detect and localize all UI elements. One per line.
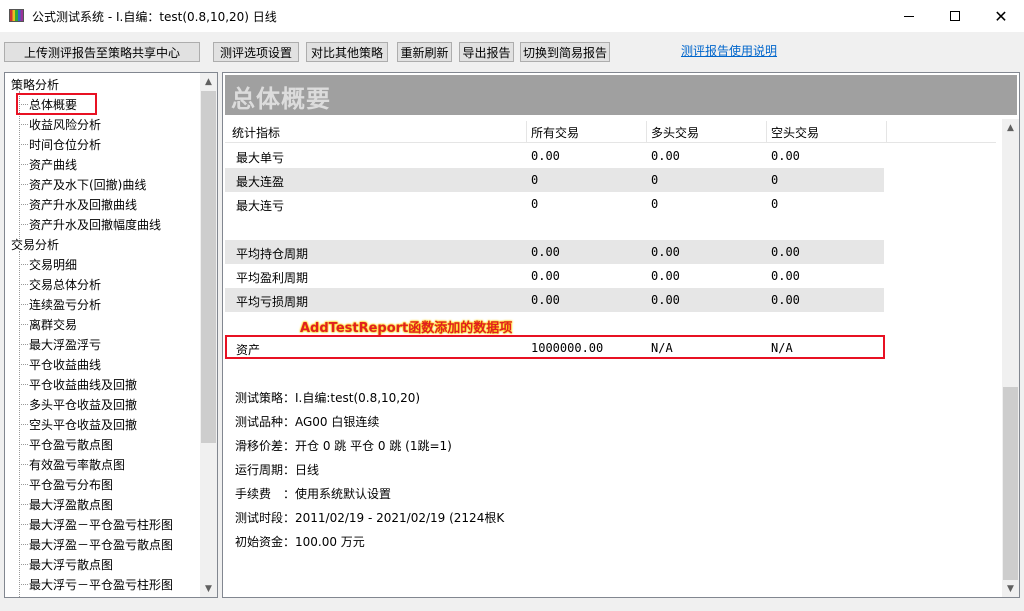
simple-report-button[interactable]: 切换到简易报告 xyxy=(520,42,610,62)
tree-item[interactable]: 最大浮盈浮亏 xyxy=(29,336,101,354)
report-scrollbar[interactable]: ▲ ▼ xyxy=(1002,119,1019,597)
tree-item[interactable]: 最大浮盈散点图 xyxy=(29,496,113,514)
scroll-down-icon[interactable]: ▼ xyxy=(1002,580,1019,597)
sidebar-scroll-thumb[interactable] xyxy=(201,91,216,443)
column-header[interactable]: 所有交易 xyxy=(531,124,579,141)
tree-item[interactable]: 有效盈亏率散点图 xyxy=(29,456,125,474)
tree-item[interactable]: 最大浮亏－平仓盈亏柱形图 xyxy=(29,576,173,594)
tree-item[interactable]: 最大浮盈－平仓盈亏散点图 xyxy=(29,536,173,554)
minimize-button[interactable] xyxy=(886,0,932,32)
tree-group-strategy[interactable]: 策略分析 xyxy=(11,76,59,94)
info-timespan: 测试时段：2011/02/19 - 2021/02/19 (2124根K xyxy=(235,511,505,525)
table-header: 统计指标 所有交易 多头交易 空头交易 xyxy=(225,121,996,143)
tree-item[interactable]: 资产升水及回撤幅度曲线 xyxy=(29,216,161,234)
row-label: 平均持仓周期 xyxy=(236,247,309,261)
tree-item[interactable]: 资产升水及回撤曲线 xyxy=(29,196,137,214)
tree-item[interactable]: 连续盈亏分析 xyxy=(29,296,101,314)
tree-group-trade[interactable]: 交易分析 xyxy=(11,236,59,254)
tree-item[interactable]: 最大浮盈－平仓盈亏柱形图 xyxy=(29,516,173,534)
info-fee: 手续费 ：使用系统默认设置 xyxy=(235,487,392,501)
close-icon: ✕ xyxy=(994,6,1008,26)
row-label: 最大连亏 xyxy=(236,199,285,213)
cell-all: 0.00 xyxy=(531,293,560,307)
info-period: 运行周期：日线 xyxy=(235,463,320,477)
table-row: 最大连亏 0 0 0 xyxy=(225,192,884,216)
table-row xyxy=(225,216,884,240)
cell-short: 0.00 xyxy=(771,149,800,163)
tree-item[interactable]: 交易明细 xyxy=(29,256,77,274)
minimize-icon xyxy=(904,15,914,17)
info-strategy: 测试策略：I.自编:test(0.8,10,20) xyxy=(235,391,421,405)
window-title: 公式测试系统 - I.自编：test(0.8,10,20) 日线 xyxy=(32,10,277,24)
test-options-button[interactable]: 测评选项设置 xyxy=(213,42,299,62)
tree-item[interactable]: 平仓盈亏散点图 xyxy=(29,436,113,454)
tree-item[interactable]: 多头平仓收益及回撤 xyxy=(29,396,137,414)
annotation-label: AddTestReport函数添加的数据项 xyxy=(300,321,513,336)
app-icon xyxy=(9,9,24,22)
table-row: 平均亏损周期 0.00 0.00 0.00 xyxy=(225,288,884,312)
tree-item[interactable]: 离群交易 xyxy=(29,316,77,334)
maximize-button[interactable] xyxy=(932,0,978,32)
export-report-button[interactable]: 导出报告 xyxy=(459,42,514,62)
cell-long: 0.00 xyxy=(651,245,680,259)
refresh-button[interactable]: 重新刷新 xyxy=(397,42,452,62)
table-row: 最大单亏 0.00 0.00 0.00 xyxy=(225,144,884,168)
table-row: 平均盈利周期 0.00 0.00 0.00 xyxy=(225,264,884,288)
page-title: 总体概要 xyxy=(231,84,331,113)
selection-highlight xyxy=(16,93,97,115)
report-scroll-thumb[interactable] xyxy=(1003,387,1018,580)
tree-item[interactable]: 平仓盈亏分布图 xyxy=(29,476,113,494)
cell-short: 0 xyxy=(771,197,779,211)
cell-long: 0.00 xyxy=(651,293,680,307)
tree-item[interactable]: 交易总体分析 xyxy=(29,276,101,294)
row-label: 平均亏损周期 xyxy=(236,295,309,309)
cell-long: 0 xyxy=(651,197,659,211)
sidebar-scrollbar[interactable]: ▲ ▼ xyxy=(200,73,217,597)
cell-long: 0.00 xyxy=(651,269,680,283)
tree-item[interactable]: 最大浮亏散点图 xyxy=(29,556,113,574)
cell-short: 0.00 xyxy=(771,245,800,259)
cell-long: 0 xyxy=(651,173,659,187)
scroll-down-icon[interactable]: ▼ xyxy=(200,580,217,597)
close-button[interactable]: ✕ xyxy=(978,0,1024,32)
cell-all: 0 xyxy=(531,173,539,187)
cell-all: 0 xyxy=(531,197,539,211)
cell-all: 0.00 xyxy=(531,149,560,163)
title-bar: 公式测试系统 - I.自编：test(0.8,10,20) 日线 ✕ xyxy=(0,0,1024,32)
tree-item[interactable]: 收益风险分析 xyxy=(29,116,101,134)
row-label: 最大连盈 xyxy=(236,175,285,189)
cell-short: 0.00 xyxy=(771,269,800,283)
sidebar-tree: 策略分析 总体概要 收益风险分析 时间仓位分析 资产曲线 资产及水下(回撤)曲线… xyxy=(4,72,218,598)
report-panel: 总体概要 统计指标 所有交易 多头交易 空头交易 最大单亏 0.00 0.00 … xyxy=(222,72,1020,598)
upload-report-button[interactable]: 上传测评报告至策略共享中心 xyxy=(4,42,200,62)
report-header: 总体概要 xyxy=(225,75,1017,115)
compare-strategy-button[interactable]: 对比其他策略 xyxy=(306,42,388,62)
asset-row-highlight xyxy=(225,335,885,359)
help-link[interactable]: 测评报告使用说明 xyxy=(681,42,777,59)
row-label: 最大单亏 xyxy=(236,151,285,165)
tree-item[interactable]: 资产曲线 xyxy=(29,156,77,174)
table-row: 平均持仓周期 0.00 0.00 0.00 xyxy=(225,240,884,264)
cell-short: 0.00 xyxy=(771,293,800,307)
cell-all: 0.00 xyxy=(531,269,560,283)
tree-item[interactable]: 时间仓位分析 xyxy=(29,136,101,154)
scroll-up-icon[interactable]: ▲ xyxy=(1002,119,1019,136)
cell-all: 0.00 xyxy=(531,245,560,259)
column-header[interactable]: 多头交易 xyxy=(651,124,699,141)
tree-item[interactable]: 资产及水下(回撤)曲线 xyxy=(29,176,146,194)
cell-short: 0 xyxy=(771,173,779,187)
maximize-icon xyxy=(950,11,960,21)
scroll-up-icon[interactable]: ▲ xyxy=(200,73,217,90)
info-symbol: 测试品种：AG00 白银连续 xyxy=(235,415,380,429)
info-slippage: 滑移价差：开仓 0 跳 平仓 0 跳 (1跳=1) xyxy=(235,439,452,453)
tree-item[interactable]: 空头平仓收益及回撤 xyxy=(29,416,137,434)
column-header[interactable]: 统计指标 xyxy=(232,124,280,141)
column-header[interactable]: 空头交易 xyxy=(771,124,819,141)
info-capital: 初始资金：100.00 万元 xyxy=(235,535,365,549)
cell-long: 0.00 xyxy=(651,149,680,163)
tree-item[interactable]: 平仓收益曲线及回撤 xyxy=(29,376,137,394)
row-label: 平均盈利周期 xyxy=(236,271,309,285)
tree-item[interactable]: 平仓收益曲线 xyxy=(29,356,101,374)
table-row: 最大连盈 0 0 0 xyxy=(225,168,884,192)
